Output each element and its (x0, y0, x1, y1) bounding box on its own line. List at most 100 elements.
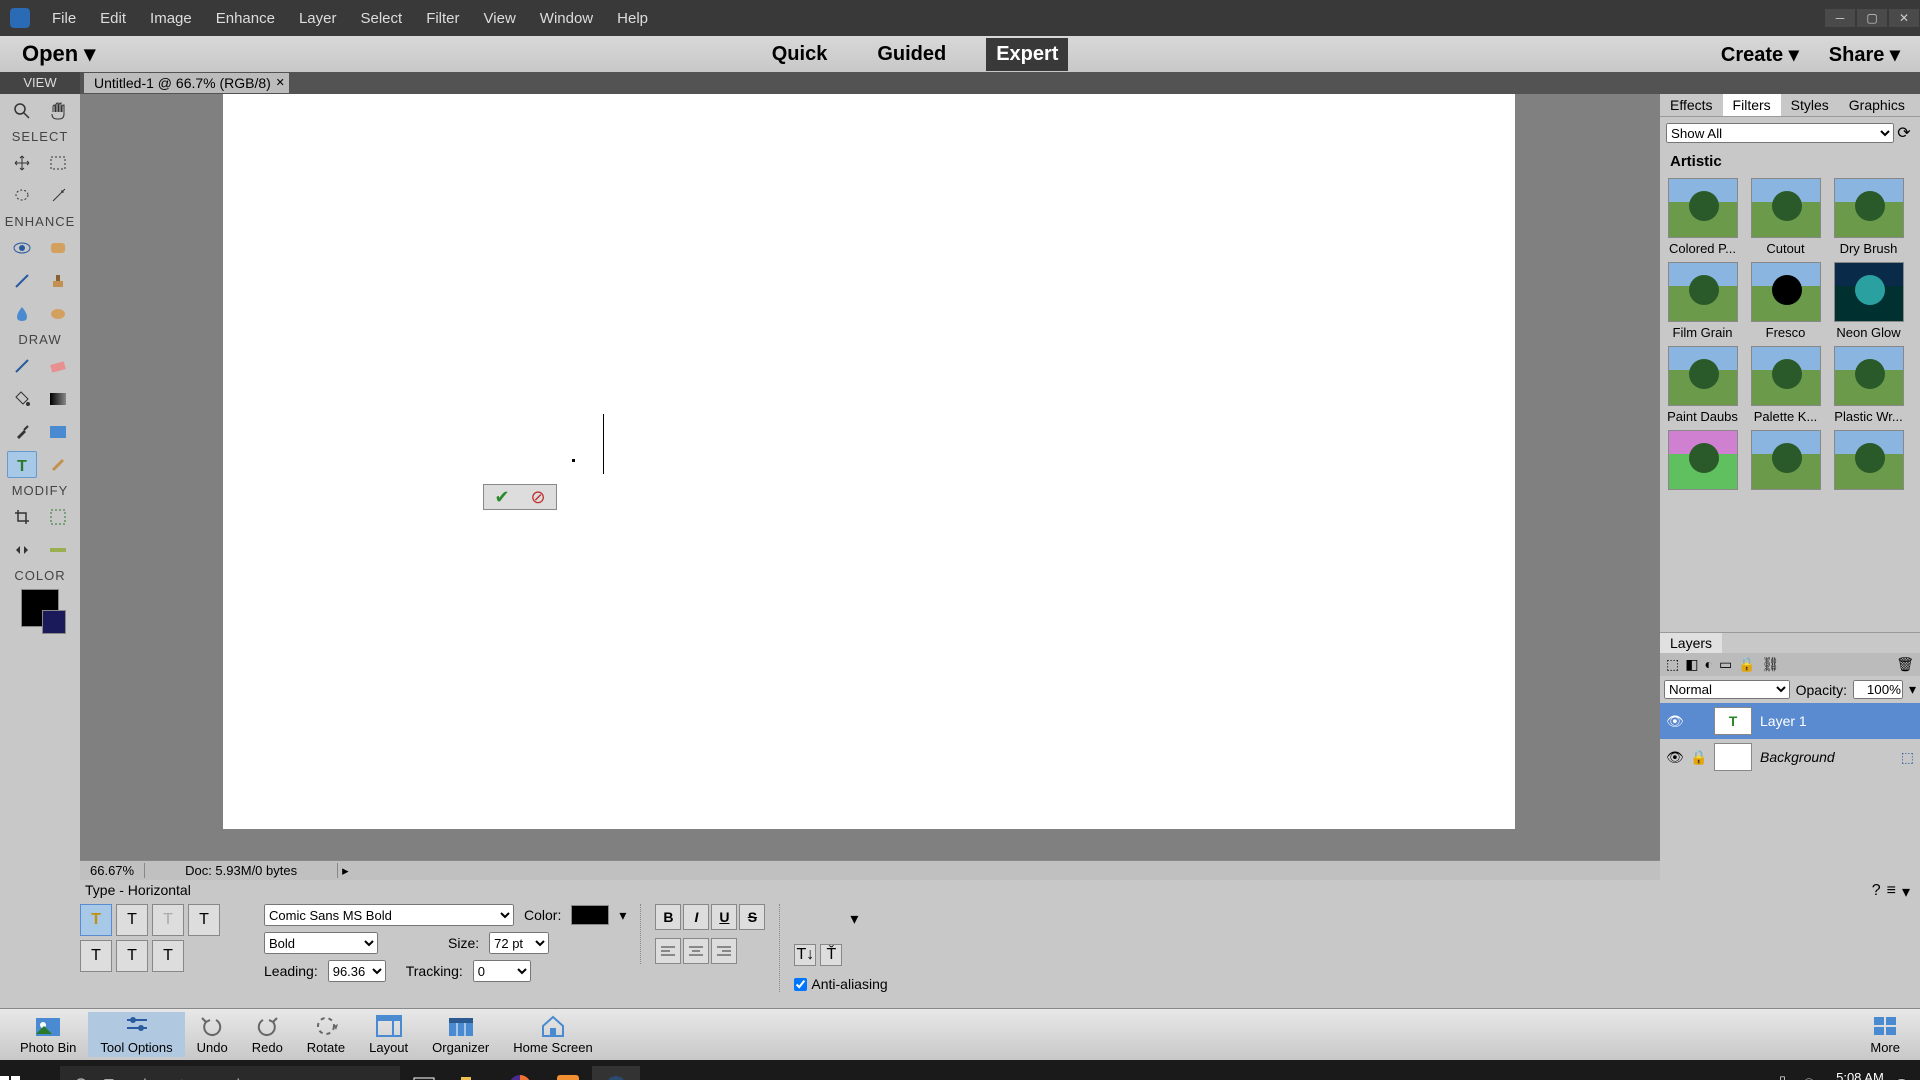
file-explorer-icon[interactable] (448, 1066, 496, 1080)
filter-colored-pencil[interactable]: Colored P... (1664, 178, 1741, 256)
collapse-icon[interactable]: ▾ (1902, 882, 1910, 902)
menu-layer[interactable]: Layer (287, 2, 349, 35)
organizer-button[interactable]: Organizer (420, 1012, 501, 1057)
task-view-icon[interactable] (400, 1066, 448, 1080)
filter-cutout[interactable]: Cutout (1747, 178, 1824, 256)
hand-tool-icon[interactable] (43, 97, 73, 124)
share-button[interactable]: Share ▾ (1829, 42, 1900, 67)
tab-graphics[interactable]: Graphics (1839, 94, 1915, 116)
layout-button[interactable]: Layout (357, 1012, 420, 1057)
menu-enhance[interactable]: Enhance (204, 2, 287, 35)
file-tab[interactable]: Untitled-1 @ 66.7% (RGB/8) ✕ (84, 73, 289, 93)
refresh-icon[interactable]: ⟳ (1894, 123, 1914, 143)
foreground-color-swatch[interactable] (21, 589, 59, 627)
menu-file[interactable]: File (40, 2, 88, 35)
undo-button[interactable]: Undo (185, 1012, 240, 1057)
lasso-tool-icon[interactable] (7, 182, 37, 209)
open-button[interactable]: Open▾ (0, 41, 109, 67)
pse-app-icon[interactable] (592, 1066, 640, 1080)
firefox-icon[interactable] (496, 1066, 544, 1080)
network-icon[interactable]: 🖧 (1775, 1075, 1790, 1080)
zoom-readout[interactable]: 66.67% (80, 863, 145, 878)
menu-view[interactable]: View (472, 2, 528, 35)
leading-select[interactable]: 96.36 pt (328, 960, 386, 982)
menu-window[interactable]: Window (528, 2, 605, 35)
spot-heal-tool-icon[interactable] (43, 234, 73, 261)
crop-tool-icon[interactable] (7, 503, 37, 530)
clone-tool-icon[interactable] (43, 267, 73, 294)
text-orientation-icon[interactable]: T↓ (794, 944, 816, 966)
type-tool-icon[interactable]: T (7, 451, 37, 478)
type-warp-icon[interactable]: T (152, 940, 184, 972)
pencil-tool-icon[interactable] (43, 451, 73, 478)
menu-select[interactable]: Select (348, 2, 414, 35)
visibility-icon[interactable]: 👁 (1666, 749, 1682, 766)
font-family-select[interactable]: Comic Sans MS Bold (264, 904, 514, 926)
layer-link-icon[interactable]: ⬚ (1901, 749, 1914, 766)
taskbar-search[interactable]: Type here to search (60, 1066, 400, 1080)
tab-effects[interactable]: Effects (1660, 94, 1723, 116)
clock[interactable]: 5:08 AM 7/28/2021 (1826, 1070, 1884, 1080)
tab-expert[interactable]: Expert (986, 38, 1068, 71)
marquee-tool-icon[interactable] (43, 149, 73, 176)
eraser-tool-icon[interactable] (43, 352, 73, 379)
menu-image[interactable]: Image (138, 2, 204, 35)
photo-bin-button[interactable]: Photo Bin (8, 1012, 88, 1057)
background-color-swatch[interactable] (42, 610, 66, 634)
warp-preview-icon[interactable] (794, 904, 844, 934)
font-weight-select[interactable]: Bold (264, 932, 378, 954)
wand-tool-icon[interactable] (43, 182, 73, 209)
menu-filter[interactable]: Filter (414, 2, 471, 35)
filter-plastic-wrap[interactable]: Plastic Wr... (1830, 346, 1907, 424)
start-button[interactable] (0, 1076, 60, 1080)
rotate-button[interactable]: Rotate (295, 1012, 357, 1057)
document-canvas[interactable]: ✔ ⊘ (223, 94, 1515, 829)
warp-chevron-icon[interactable]: ▾ (850, 909, 858, 929)
visibility-icon[interactable]: 👁 (1666, 713, 1682, 730)
cancel-button[interactable]: ⊘ (520, 485, 556, 509)
opacity-chevron-icon[interactable]: ▾ (1909, 681, 1916, 698)
tracking-select[interactable]: 0 (473, 960, 531, 982)
tab-filters[interactable]: Filters (1723, 94, 1781, 116)
align-right-button[interactable] (711, 938, 737, 964)
filter-row4a[interactable] (1664, 430, 1741, 493)
help-icon[interactable]: ? (1872, 882, 1881, 902)
color-chevron-icon[interactable]: ▾ (619, 907, 626, 924)
tab-guided[interactable]: Guided (867, 38, 956, 71)
underline-button[interactable]: U (711, 904, 737, 930)
align-left-button[interactable] (655, 938, 681, 964)
lock-icon[interactable]: 🔒 (1690, 749, 1706, 766)
zoom-tool-icon[interactable] (7, 97, 37, 124)
brush-tool-icon[interactable] (7, 352, 37, 379)
layers-tab[interactable]: Layers (1660, 633, 1722, 653)
filter-category-select[interactable]: Show All (1666, 123, 1894, 143)
close-tab-icon[interactable]: ✕ (276, 76, 285, 89)
blur-tool-icon[interactable] (7, 300, 37, 327)
layer-name[interactable]: Background (1760, 749, 1835, 765)
bucket-tool-icon[interactable] (7, 385, 37, 412)
filter-dry-brush[interactable]: Dry Brush (1830, 178, 1907, 256)
type-mask-h-icon[interactable]: T (152, 904, 184, 936)
close-button[interactable]: ✕ (1889, 9, 1919, 27)
smart-brush-tool-icon[interactable] (7, 267, 37, 294)
filter-row4b[interactable] (1747, 430, 1824, 493)
new-layer-icon[interactable]: ⬚ (1666, 656, 1679, 673)
delete-layer-icon[interactable]: 🗑 (1896, 656, 1914, 673)
link-layer-icon[interactable]: ⛓ (1762, 656, 1780, 673)
redo-button[interactable]: Redo (240, 1012, 295, 1057)
eyedropper-tool-icon[interactable] (7, 418, 37, 445)
tab-quick[interactable]: Quick (762, 38, 838, 71)
tab-styles[interactable]: Styles (1781, 94, 1839, 116)
document-size-readout[interactable]: Doc: 5.93M/0 bytes (145, 863, 338, 878)
home-screen-button[interactable]: Home Screen (501, 1012, 604, 1057)
new-group-icon[interactable]: ◧ (1685, 656, 1698, 673)
panel-menu-icon[interactable]: ≡ (1887, 882, 1896, 902)
lock-layer-icon[interactable]: 🔒 (1738, 656, 1755, 673)
filter-paint-daubs[interactable]: Paint Daubs (1664, 346, 1741, 424)
type-selection-icon[interactable]: T (116, 940, 148, 972)
filter-palette-knife[interactable]: Palette K... (1747, 346, 1824, 424)
warp-text-icon[interactable]: Ť (820, 944, 842, 966)
filter-row4c[interactable] (1830, 430, 1907, 493)
status-chevron-icon[interactable]: ▸ (338, 863, 353, 879)
layer-name[interactable]: Layer 1 (1760, 713, 1807, 729)
